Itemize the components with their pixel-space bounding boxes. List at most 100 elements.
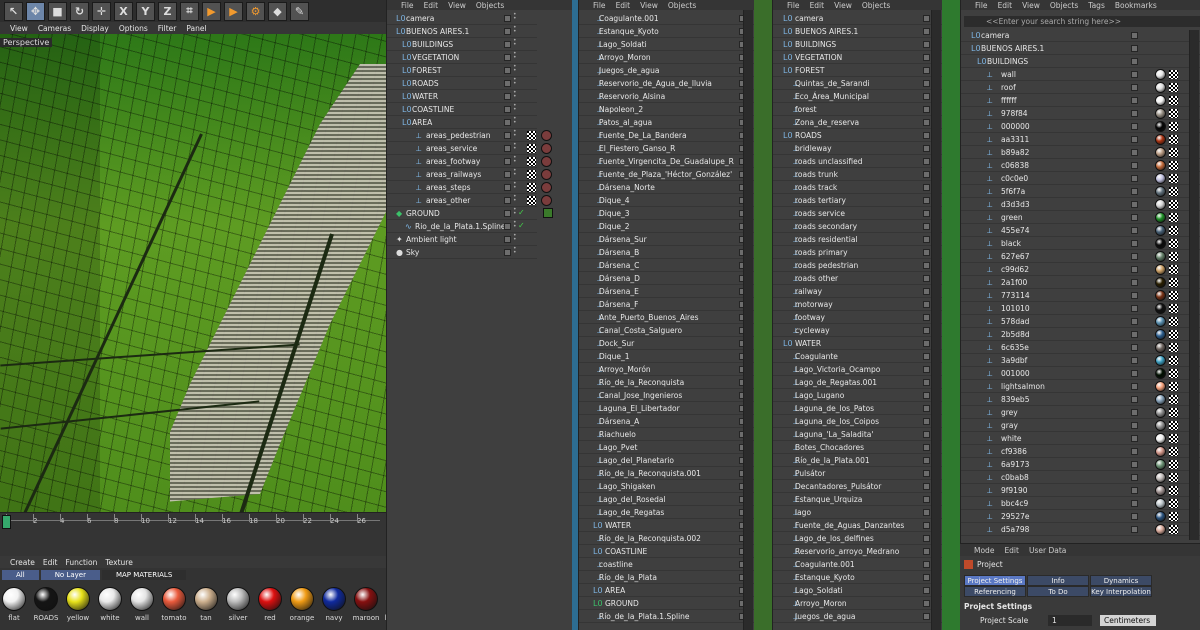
layer-toggle[interactable] — [1131, 136, 1138, 143]
material-tag-icon[interactable] — [1155, 446, 1166, 457]
layer-toggle[interactable] — [923, 119, 930, 126]
object-row[interactable]: ⟂ 627e67 — [961, 250, 1200, 263]
visibility-dots[interactable]: • • — [513, 90, 517, 100]
object-row[interactable]: ⟂ Estanque_Kyoto — [579, 25, 754, 38]
object-row[interactable]: ⟂ ffffff — [961, 94, 1200, 107]
material-swatch[interactable]: orange — [288, 587, 316, 622]
material-swatch[interactable]: maroon — [352, 587, 380, 622]
layer-toggle[interactable] — [923, 379, 930, 386]
layer-toggle[interactable] — [923, 275, 930, 282]
layer-toggle[interactable] — [923, 470, 930, 477]
layer-toggle[interactable] — [504, 67, 511, 74]
object-row[interactable]: ⟂ bridleway — [773, 142, 942, 155]
material-tag-icon[interactable] — [1155, 420, 1166, 431]
tag-icon[interactable] — [1169, 174, 1178, 183]
object-row[interactable]: ⟂ Dársena_F — [579, 298, 754, 311]
layer-toggle[interactable] — [923, 340, 930, 347]
render-settings-icon[interactable]: ⚙ — [246, 1, 265, 21]
object-row[interactable]: ⟂ Lago_de_Regatas.001 — [773, 376, 942, 389]
layer-toggle[interactable] — [504, 171, 511, 178]
layer-toggle[interactable] — [504, 236, 511, 243]
material-tab[interactable]: MAP MATERIALS — [101, 570, 187, 580]
object-row[interactable]: ⟂ coastline — [579, 558, 754, 571]
material-tag-icon[interactable] — [1155, 433, 1166, 444]
tag-icon[interactable] — [1169, 382, 1178, 391]
layer-toggle[interactable] — [1131, 357, 1138, 364]
tag-icon[interactable] — [1169, 135, 1178, 144]
layer-toggle[interactable] — [1131, 305, 1138, 312]
layer-toggle[interactable] — [1131, 448, 1138, 455]
object-row[interactable]: ⟂ grey — [961, 406, 1200, 419]
layer-toggle[interactable] — [923, 288, 930, 295]
scale-icon[interactable]: ■ — [48, 1, 67, 21]
object-row[interactable]: ⟂ Quintas_de_Sarandi — [773, 77, 942, 90]
material-tag-icon[interactable] — [1155, 498, 1166, 509]
panel-menu-edit[interactable]: Edit — [810, 1, 825, 10]
panel-menu-view[interactable]: View — [448, 1, 466, 10]
object-row[interactable]: ⟂ Dique_1 — [579, 350, 754, 363]
material-tag-icon[interactable] — [1155, 316, 1166, 327]
visibility-dots[interactable]: • • — [513, 155, 517, 165]
layer-toggle[interactable] — [504, 28, 511, 35]
material-tag-icon[interactable] — [1155, 225, 1166, 236]
object-row[interactable]: ⟂ Pulsátor — [773, 467, 942, 480]
visibility-dots[interactable]: • • — [513, 207, 517, 217]
visibility-dots[interactable]: • • — [513, 246, 517, 256]
tag-icon[interactable] — [1169, 265, 1178, 274]
tag-icon[interactable] — [1169, 291, 1178, 300]
object-row[interactable]: ⟂ c06838 — [961, 159, 1200, 172]
object-row[interactable]: ⟂ Coagulante.001 — [579, 12, 754, 25]
object-row[interactable]: L0 FOREST — [773, 64, 942, 77]
layer-toggle[interactable] — [1131, 123, 1138, 130]
object-row[interactable]: ⟂ Fuente_Virgencita_De_Guadalupe_R — [579, 155, 754, 168]
material-tag-icon[interactable] — [1155, 199, 1166, 210]
layer-toggle[interactable] — [923, 600, 930, 607]
material-swatch[interactable]: ROADS — [32, 587, 60, 622]
object-row[interactable]: ⟂ Fuente_de_Plaza_'Héctor_González' — [579, 168, 754, 181]
material-tag-icon[interactable] — [1155, 303, 1166, 314]
layer-toggle[interactable] — [504, 119, 511, 126]
object-row[interactable]: ⟂ roads tertiary — [773, 194, 942, 207]
layer-toggle[interactable] — [923, 522, 930, 529]
object-row[interactable]: ⟂ Dique_4 — [579, 194, 754, 207]
object-row[interactable]: ⟂ Lago_Shigaken — [579, 480, 754, 493]
material-menu-create[interactable]: Create — [10, 558, 35, 567]
object-row[interactable]: L0 AREA — [579, 584, 754, 597]
panel-menu-objects[interactable]: Objects — [862, 1, 890, 10]
object-row[interactable]: ⟂ 29527e — [961, 510, 1200, 523]
visibility-dots[interactable]: • • — [513, 168, 517, 178]
layer-toggle[interactable] — [1131, 344, 1138, 351]
layer-toggle[interactable] — [1131, 149, 1138, 156]
layer-toggle[interactable] — [504, 15, 511, 22]
object-row[interactable]: ⟂ 101010 — [961, 302, 1200, 315]
menu-item-cameras[interactable]: Cameras — [38, 24, 71, 33]
panel-menu-file[interactable]: File — [975, 1, 988, 10]
material-tag-icon[interactable] — [1155, 160, 1166, 171]
material-tag-icon[interactable] — [1155, 212, 1166, 223]
visibility-dots[interactable]: • • — [513, 116, 517, 126]
attribute-tab[interactable]: Dynamics — [1090, 575, 1152, 586]
layer-toggle[interactable] — [923, 80, 930, 87]
material-tag-icon[interactable] — [1155, 147, 1166, 158]
layer-toggle[interactable] — [1131, 461, 1138, 468]
object-row[interactable]: ⟂ forest — [773, 103, 942, 116]
layer-toggle[interactable] — [923, 158, 930, 165]
layer-toggle[interactable] — [1131, 162, 1138, 169]
object-row[interactable]: ⟂ Botes_Chocadores — [773, 441, 942, 454]
material-tag-icon[interactable] — [541, 182, 552, 193]
object-row[interactable]: L0 COASTLINE — [579, 545, 754, 558]
layer-toggle[interactable] — [504, 132, 511, 139]
object-row[interactable]: ⟂ Lago_Lugano — [773, 389, 942, 402]
panel-menu-mode[interactable]: Mode — [974, 546, 994, 555]
object-row[interactable]: ⟂ roads pedestrian — [773, 259, 942, 272]
layer-toggle[interactable] — [923, 184, 930, 191]
panel-menu-view[interactable]: View — [834, 1, 852, 10]
panel-menu-bookmarks[interactable]: Bookmarks — [1115, 1, 1157, 10]
layer-toggle[interactable] — [923, 171, 930, 178]
y-axis-icon[interactable]: Y — [136, 1, 155, 21]
layer-toggle[interactable] — [1131, 435, 1138, 442]
layer-toggle[interactable] — [1131, 240, 1138, 247]
layer-toggle[interactable] — [923, 41, 930, 48]
object-row[interactable]: L0 ROADS — [773, 129, 942, 142]
layer-toggle[interactable] — [1131, 84, 1138, 91]
